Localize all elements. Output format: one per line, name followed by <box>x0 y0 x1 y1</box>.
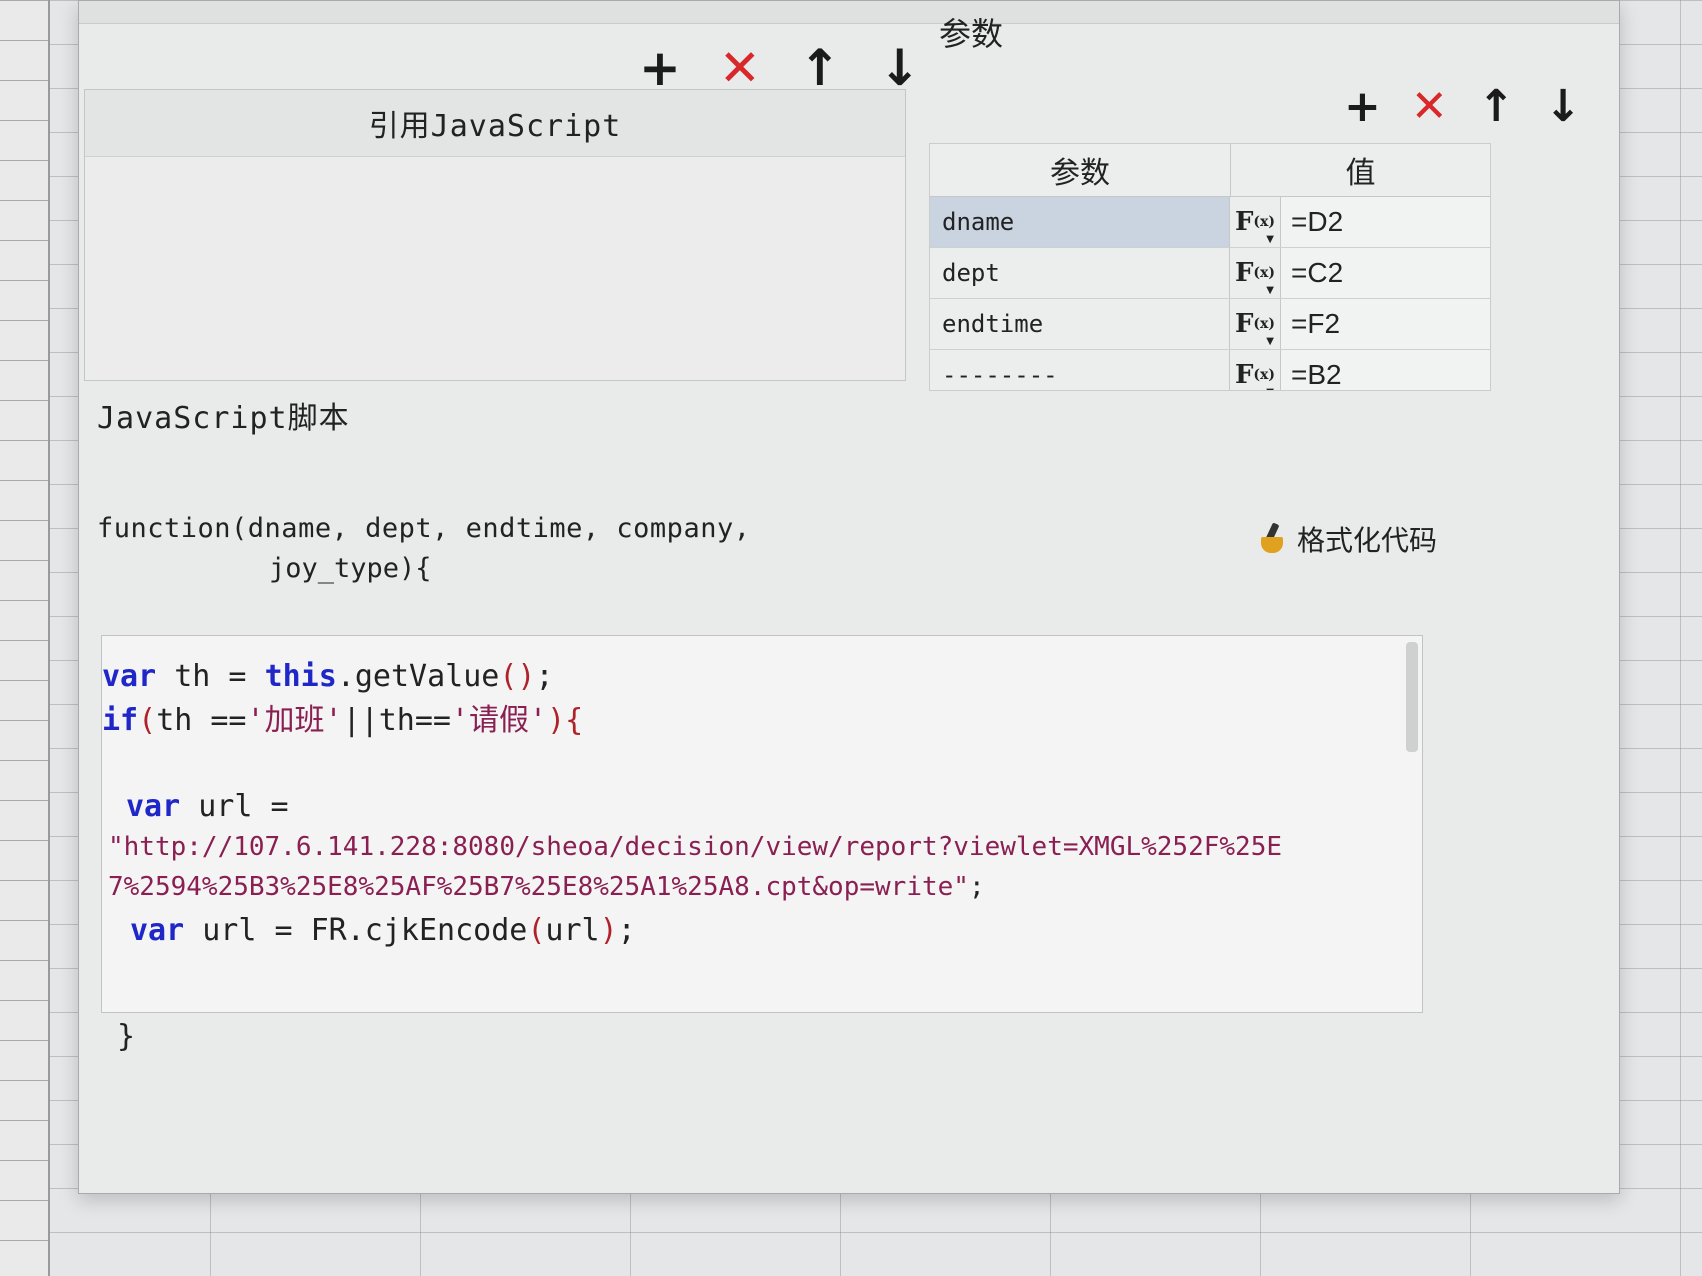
code-line: var th = this.getValue(); <box>102 659 554 694</box>
param-name[interactable]: endtime <box>930 299 1230 349</box>
js-script-label: JavaScript脚本 <box>97 401 350 436</box>
dialog-top-strip <box>79 1 1619 24</box>
code-line: 7%2594%25B3%25E8%25AF%25B7%25E8%25A1%25A… <box>108 872 985 902</box>
delete-icon[interactable]: ✕ <box>1411 85 1448 129</box>
formula-icon[interactable]: F(x)▼ <box>1230 350 1281 390</box>
move-down-icon[interactable]: ↓ <box>879 43 921 93</box>
add-icon[interactable]: + <box>639 43 681 93</box>
hyperlink-dialog: + ✕ ↑ ↓ 参数 + ✕ ↑ ↓ 引用JavaScript 参数 值 dna… <box>78 0 1620 1194</box>
params-table: 参数 值 dname F (x) ▼ =D2 dept F (x) ▼ =C2 endt… <box>929 143 1491 391</box>
formula-icon[interactable]: F(x)▼ <box>1230 248 1281 298</box>
column-header-param: 参数 <box>930 144 1231 196</box>
param-value[interactable]: =F2 <box>1281 299 1490 349</box>
function-signature: function(dname, dept, endtime, company, <box>97 513 751 544</box>
row-header <box>0 0 50 1276</box>
delete-icon[interactable]: ✕ <box>719 43 761 93</box>
code-line: if(th =='加班'||th=='请假'){ <box>102 703 584 738</box>
add-icon[interactable]: + <box>1344 85 1381 129</box>
move-down-icon[interactable]: ↓ <box>1545 85 1582 129</box>
param-value[interactable]: =D2 <box>1281 197 1490 247</box>
param-name[interactable]: dname <box>930 197 1230 247</box>
param-name[interactable]: -------- <box>930 350 1230 390</box>
code-line: var url = FR.cjkEncode(url); <box>130 913 636 948</box>
code-editor[interactable]: var th = this.getValue(); if(th =='加班'||… <box>101 635 1423 1013</box>
param-value[interactable]: =B2 <box>1281 350 1490 390</box>
column-header-value: 值 <box>1345 156 1376 191</box>
code-line: var url = <box>126 789 289 824</box>
formula-icon[interactable]: F(x)▼ <box>1230 299 1281 349</box>
params-toolbar: + ✕ ↑ ↓ <box>1344 85 1582 129</box>
ref-js-toolbar: + ✕ ↑ ↓ <box>639 43 921 93</box>
function-signature-cont: joy_type){ <box>269 553 432 584</box>
closing-brace: } <box>117 1019 136 1054</box>
move-up-icon[interactable]: ↑ <box>1478 85 1515 129</box>
ref-js-header: 引用JavaScript <box>85 90 905 157</box>
table-row[interactable]: -------- F(x)▼ =B2 <box>930 350 1490 390</box>
table-row[interactable]: dept F (x) ▼ =C2 <box>930 248 1490 299</box>
editor-scrollbar[interactable] <box>1406 642 1418 752</box>
table-row[interactable]: endtime F (x) ▼ =F2 <box>930 299 1490 350</box>
params-table-header: 参数 值 <box>930 144 1490 197</box>
format-code-button[interactable]: 格式化代码 <box>1259 519 1437 559</box>
params-section-label: 参数 <box>939 15 1004 53</box>
brush-icon <box>1259 523 1289 555</box>
code-line: "http://107.6.141.228:8080/sheoa/decisio… <box>108 832 1282 862</box>
param-name[interactable]: dept <box>930 248 1230 298</box>
param-value[interactable]: =C2 <box>1281 248 1490 298</box>
move-up-icon[interactable]: ↑ <box>799 43 841 93</box>
format-code-label: 格式化代码 <box>1297 524 1438 557</box>
formula-icon[interactable]: F(x)▼ <box>1230 197 1281 247</box>
code-content: var th = this.getValue(); if(th =='加班'||… <box>102 636 1282 946</box>
ref-js-table[interactable]: 引用JavaScript <box>84 89 906 381</box>
table-row[interactable]: dname F (x) ▼ =D2 <box>930 197 1490 248</box>
